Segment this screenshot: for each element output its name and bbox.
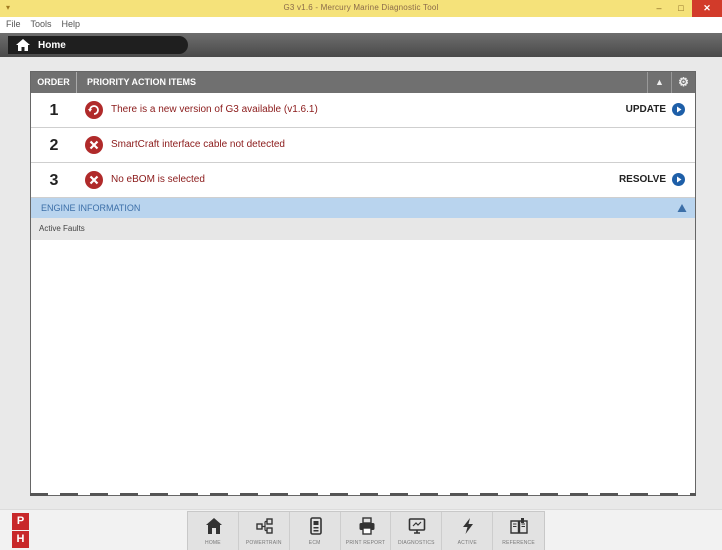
order-column-header[interactable]: ORDER (31, 72, 77, 93)
window-title: G3 v1.6 - Mercury Marine Diagnostic Tool (283, 3, 439, 12)
priority-row[interactable]: 3 No eBOM is selected RESOLVE (31, 163, 695, 198)
window-controls: – □ ✕ (648, 0, 722, 17)
monitor-icon (409, 518, 426, 534)
manual-icon (510, 518, 528, 534)
row-message: SmartCraft interface cable not detected (111, 139, 285, 150)
error-icon (85, 136, 103, 154)
row-order: 3 (49, 172, 59, 189)
dock-reference[interactable]: REFERENCE (493, 512, 544, 550)
dock-label: POWERTRAIN (245, 540, 282, 546)
lightning-icon (463, 518, 474, 534)
update-button[interactable]: UPDATE (626, 103, 685, 116)
dock-active[interactable]: ACTIVE (442, 512, 494, 550)
menu-bar: File Tools Help (0, 17, 722, 33)
dock-print-report[interactable]: PRINT REPORT (341, 512, 392, 550)
update-icon (85, 101, 103, 119)
h-badge[interactable]: H (12, 531, 29, 548)
title-bar: ▾ G3 v1.6 - Mercury Marine Diagnostic To… (0, 0, 722, 17)
play-circle-icon (672, 103, 685, 116)
dock-diagnostics[interactable]: DIAGNOSTICS (391, 512, 443, 550)
gear-icon[interactable]: ⚙ (671, 72, 695, 93)
menu-tools[interactable]: Tools (27, 17, 58, 33)
resolve-button[interactable]: RESOLVE (619, 173, 685, 186)
menu-file[interactable]: File (2, 17, 27, 33)
powertrain-icon (256, 518, 273, 534)
update-label: UPDATE (625, 104, 666, 115)
active-faults-label: Active Faults (39, 224, 85, 233)
error-icon (85, 171, 103, 189)
dock-label: DIAGNOSTICS (398, 540, 435, 546)
row-message: There is a new version of G3 available (… (111, 104, 318, 115)
close-button[interactable]: ✕ (692, 0, 722, 17)
priority-header: ORDER PRIORITY ACTION ITEMS ▲ ⚙ (31, 72, 695, 93)
p-badge[interactable]: P (12, 513, 29, 530)
header-bar: Home (0, 33, 722, 57)
collapse-button[interactable]: ▲ (647, 72, 671, 93)
dock-label: PRINT REPORT (345, 540, 386, 546)
dock-label: ACTIVE (457, 540, 477, 546)
row-message: No eBOM is selected (111, 174, 205, 185)
printer-icon (359, 517, 375, 535)
dock-ecm[interactable]: ECM (290, 512, 341, 550)
active-faults-row: Active Faults (31, 218, 695, 240)
home-icon (16, 39, 30, 51)
dock-home[interactable]: HOME (188, 512, 239, 550)
breadcrumb-label: Home (38, 39, 66, 51)
resolve-label: RESOLVE (618, 174, 666, 185)
breadcrumb-home[interactable]: Home (8, 36, 188, 54)
play-circle-icon (672, 173, 685, 186)
panel-bottom-border (30, 493, 696, 496)
maximize-button[interactable]: □ (670, 0, 692, 17)
main-area: ORDER PRIORITY ACTION ITEMS ▲ ⚙ 1 There … (0, 57, 722, 509)
minimize-button[interactable]: – (648, 0, 670, 17)
dock-label: ECM (308, 540, 321, 546)
home-icon (206, 518, 222, 534)
priority-row[interactable]: 1 There is a new version of G3 available… (31, 93, 695, 128)
engine-info-title: ENGINE INFORMATION (41, 203, 141, 213)
engine-info-header[interactable]: ENGINE INFORMATION (31, 198, 695, 218)
menu-help[interactable]: Help (58, 17, 87, 33)
dashboard-panel: ORDER PRIORITY ACTION ITEMS ▲ ⚙ 1 There … (30, 71, 696, 496)
row-order: 2 (49, 137, 59, 154)
priority-row[interactable]: 2 SmartCraft interface cable not detecte… (31, 128, 695, 163)
collapse-triangle-icon[interactable] (677, 203, 687, 213)
dock-powertrain[interactable]: POWERTRAIN (239, 512, 290, 550)
row-order: 1 (49, 102, 59, 119)
dock-label: REFERENCE (502, 540, 535, 546)
dock-label: HOME (205, 540, 221, 546)
ecm-icon (309, 517, 322, 535)
bottom-toolbar: P H HOME POWERTRAIN ECM PRINT REPORT DIA… (0, 509, 722, 550)
dock: HOME POWERTRAIN ECM PRINT REPORT DIAGNOS… (187, 511, 545, 550)
priority-title: PRIORITY ACTION ITEMS (87, 77, 197, 87)
